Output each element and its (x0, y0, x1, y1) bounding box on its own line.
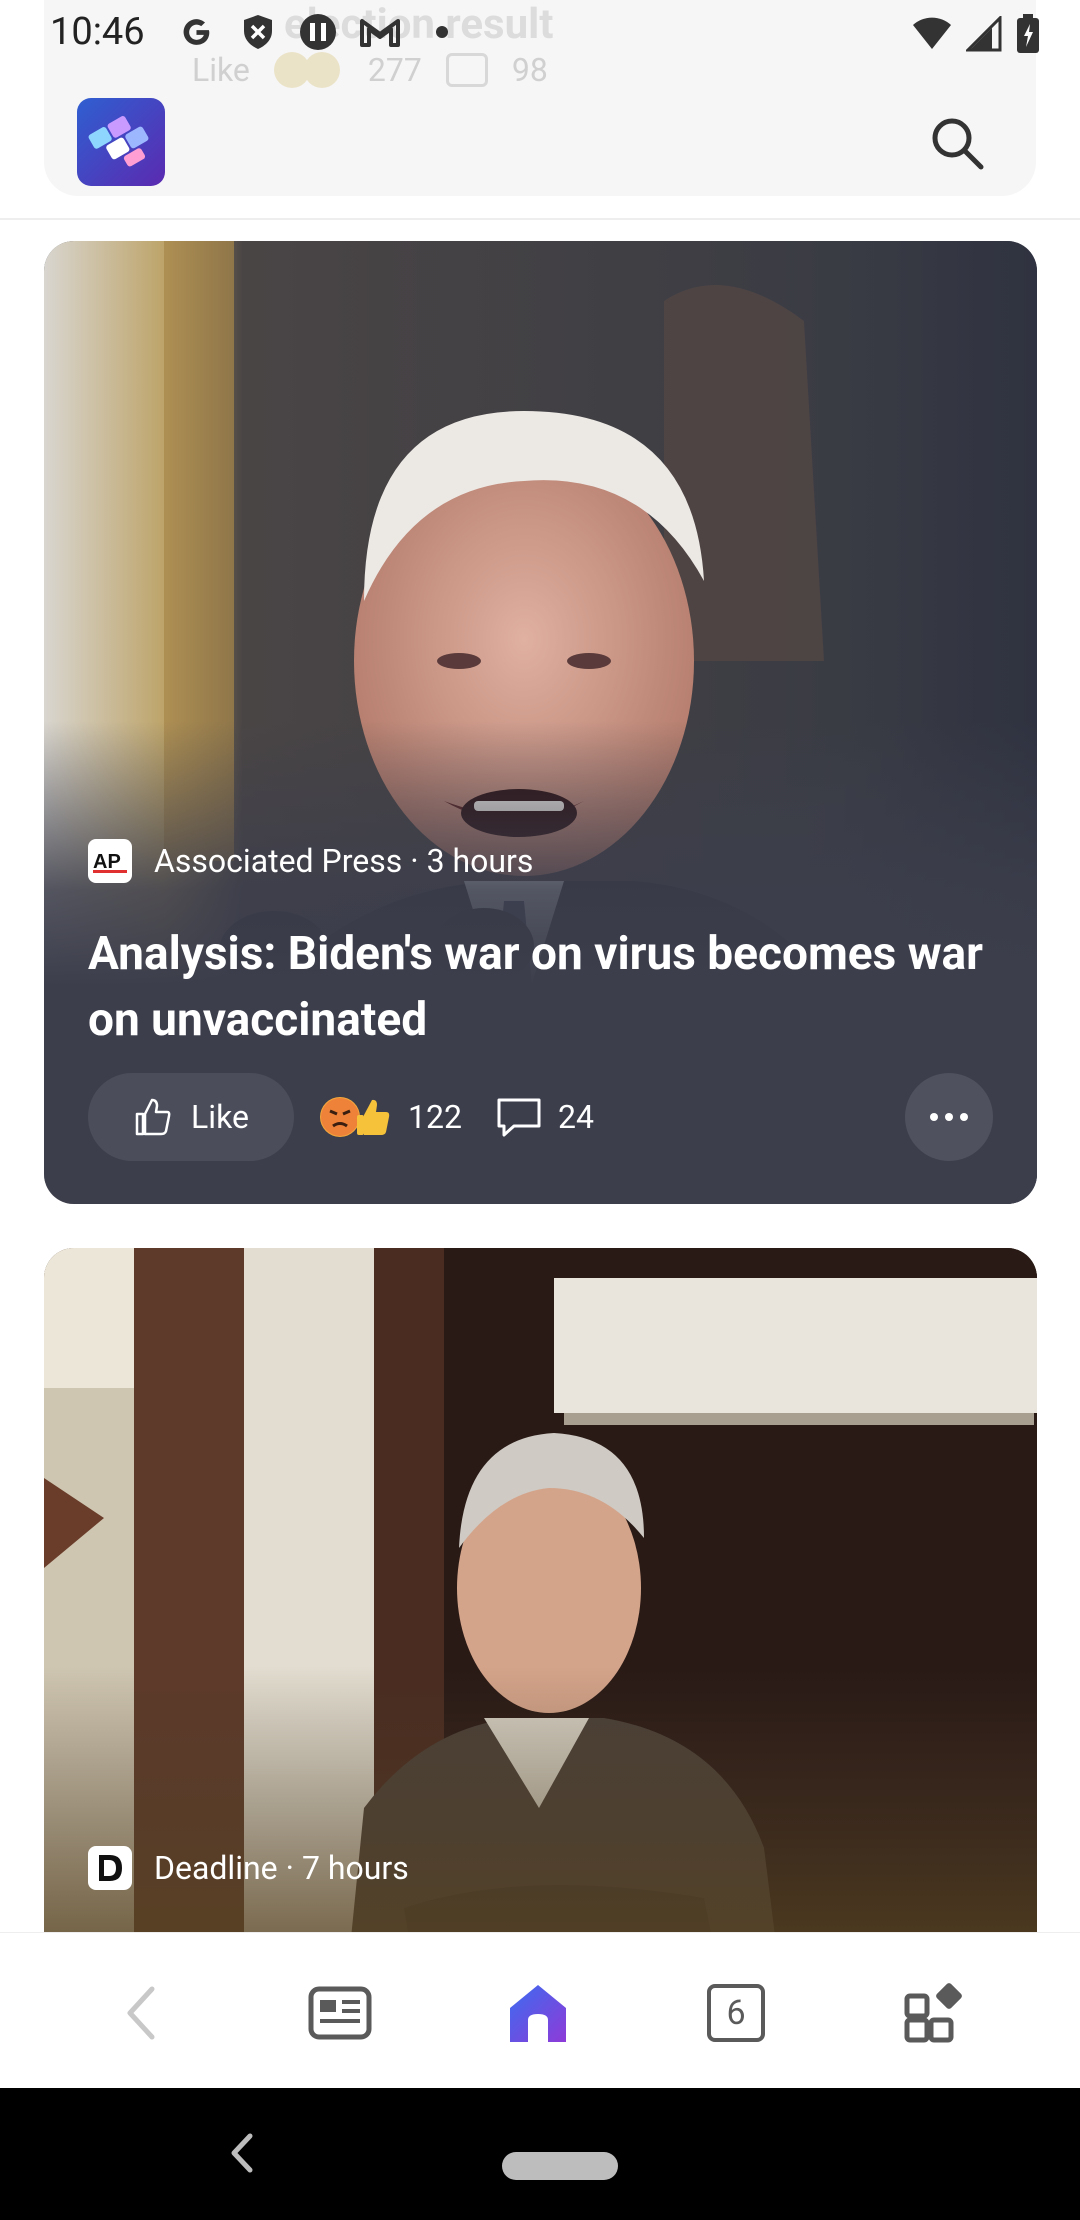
source-row: AP Associated Press · 3 hours (88, 839, 533, 883)
tabs-icon: 6 (707, 1984, 765, 2042)
dot-icon (432, 12, 452, 52)
thumbs-up-emoji-icon (354, 1097, 394, 1137)
news-icon (308, 1986, 372, 2040)
more-icon (930, 1113, 968, 1121)
home-button[interactable] (498, 1973, 578, 2053)
tabs-button[interactable]: 6 (696, 1973, 776, 2053)
comment-count: 24 (557, 1098, 594, 1136)
svg-text:AP: AP (93, 851, 121, 873)
card-actions: Like 122 24 (88, 1073, 993, 1161)
deadline-logo-icon (88, 1846, 132, 1890)
search-button[interactable] (924, 110, 990, 176)
like-button[interactable]: Like (88, 1073, 294, 1161)
system-status-icons (912, 14, 1040, 54)
top-header: election result Like 277 98 10:46 (0, 0, 1080, 220)
source-name[interactable]: Deadline (154, 1849, 278, 1887)
news-card[interactable]: Deadline · 7 hours (44, 1248, 1037, 2008)
article-age: 3 hours (426, 842, 534, 880)
gmail-icon (358, 12, 402, 52)
source-name[interactable]: Associated Press (154, 842, 402, 880)
meta-separator: · (410, 842, 419, 880)
system-navigation-bar (0, 2088, 1080, 2220)
home-icon (510, 1985, 566, 2042)
battery-icon (1017, 14, 1039, 53)
comments-button[interactable]: 24 (496, 1096, 594, 1138)
microsoft-start-icon[interactable] (77, 98, 165, 186)
back-icon (127, 1986, 155, 2040)
source-row: Deadline · 7 hours (88, 1846, 409, 1890)
wifi-icon (913, 17, 951, 49)
article-age: 7 hours (301, 1849, 409, 1887)
status-time: 10:46 (50, 10, 145, 54)
apps-button[interactable] (894, 1973, 974, 2053)
article-photo (44, 1248, 1037, 2008)
reaction-summary[interactable]: 122 (320, 1095, 462, 1139)
signal-icon (966, 16, 1002, 52)
reaction-count: 122 (408, 1098, 462, 1136)
news-card[interactable]: AP Associated Press · 3 hours Analysis: … (44, 241, 1037, 1204)
back-button[interactable] (102, 1973, 182, 2053)
system-back-icon[interactable] (222, 2130, 262, 2176)
ap-logo-icon: AP (88, 839, 132, 883)
article-headline[interactable]: Analysis: Biden's war on virus becomes w… (88, 921, 988, 1053)
search-icon (932, 118, 984, 170)
google-icon (176, 12, 216, 52)
thumbs-up-icon (135, 1098, 171, 1136)
like-label: Like (191, 1098, 249, 1136)
comment-icon (497, 1098, 541, 1137)
reaction-emojis (320, 1095, 396, 1139)
bottom-navigation: 6 (0, 1932, 1080, 2088)
apps-icon (904, 1983, 962, 2043)
status-bar: 10:46 (0, 0, 1080, 66)
system-home-pill[interactable] (502, 2152, 618, 2180)
meta-separator: · (285, 1849, 294, 1887)
shield-icon (240, 12, 276, 52)
news-button[interactable] (300, 1973, 380, 2053)
info-icon (298, 12, 338, 52)
more-options-button[interactable] (905, 1073, 993, 1161)
